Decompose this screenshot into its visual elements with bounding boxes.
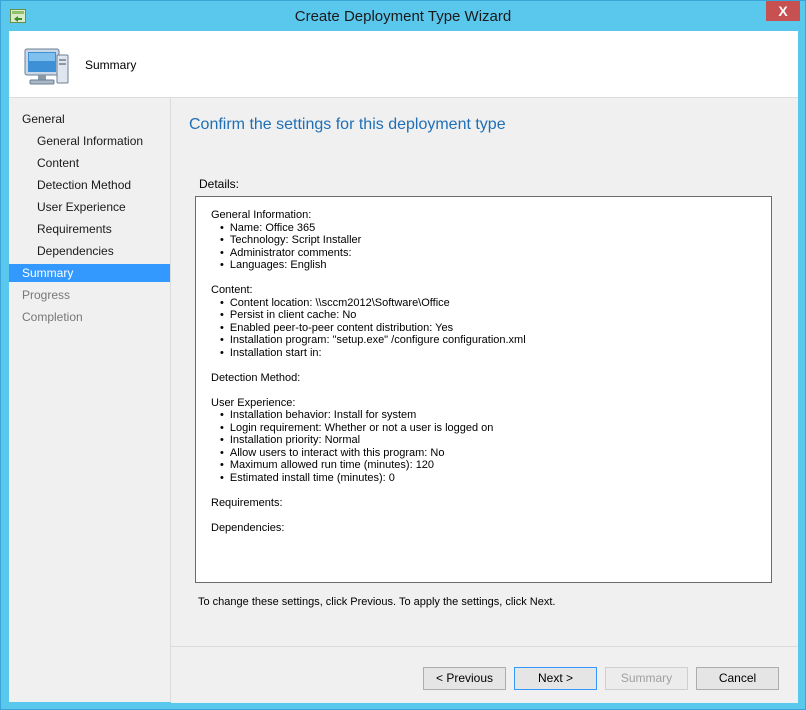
nav-item-label: Progress [22,288,71,302]
detail-line: Languages: English [211,259,526,272]
close-button[interactable]: X [766,1,800,21]
details-content: General Information: Name: Office 365 Te… [211,209,526,534]
nav-item-label: Dependencies [37,244,114,258]
detail-line: Estimated install time (minutes): 0 [211,472,526,485]
detail-line: Name: Office 365 [211,222,526,235]
header-title: Summary [85,58,137,72]
detection-heading: Detection Method: [211,371,301,384]
nav-item-label: Content [37,156,80,170]
nav-item-dependencies[interactable]: Dependencies [9,242,170,260]
title-bar[interactable]: Create Deployment Type Wizard X [1,1,805,31]
nav-item-label: Detection Method [37,178,132,192]
summary-button: Summary [605,667,688,690]
detail-line: Enabled peer-to-peer content distributio… [211,322,526,335]
instruction-text: To change these settings, click Previous… [198,596,556,608]
detail-line: Installation program: "setup.exe" /confi… [211,334,526,347]
detail-line: Installation priority: Normal [211,434,526,447]
detail-line: Maximum allowed run time (minutes): 120 [211,459,526,472]
nav-item-general-information[interactable]: General Information [9,132,170,150]
nav-item-content[interactable]: Content [9,154,170,172]
nav-item-label: Summary [22,266,74,280]
next-button[interactable]: Next > [514,667,597,690]
details-label: Details: [199,177,240,191]
nav-item-requirements[interactable]: Requirements [9,220,170,238]
nav-item-completion: Completion [9,308,170,326]
nav-item-label: General Information [37,134,144,148]
wizard-client-area: Summary General General Information Cont… [9,31,798,703]
wizard-window: Create Deployment Type Wizard X Summary … [0,0,806,710]
wizard-navigation: General General Information Content Dete… [9,98,171,702]
cancel-button[interactable]: Cancel [696,667,779,690]
previous-button[interactable]: < Previous [423,667,506,690]
user-experience-heading: User Experience: [211,396,296,409]
detail-line: Administrator comments: [211,247,526,260]
detail-line: Persist in client cache: No [211,309,526,322]
details-textbox[interactable]: General Information: Name: Office 365 Te… [195,196,772,583]
general-heading: General Information: [211,209,312,221]
nav-item-detection-method[interactable]: Detection Method [9,176,170,194]
nav-item-label: Requirements [37,222,112,236]
detail-line: Allow users to interact with this progra… [211,447,526,460]
page-title: Confirm the settings for this deployment… [189,116,506,133]
nav-item-label: General [22,112,65,126]
wizard-page: Confirm the settings for this deployment… [171,98,798,646]
requirements-heading: Requirements: [211,496,283,509]
wizard-header: Summary [9,31,798,98]
detail-line: Content location: \\sccm2012\Software\Of… [211,297,526,310]
nav-item-summary[interactable]: Summary [9,264,170,282]
dependencies-heading: Dependencies: [211,521,285,534]
nav-item-general[interactable]: General [9,110,170,128]
content-heading: Content: [211,284,253,296]
computer-icon [24,48,69,85]
window-title: Create Deployment Type Wizard [294,8,512,25]
button-bar: < Previous Next > Summary Cancel [171,646,798,703]
detail-line: Login requirement: Whether or not a user… [211,422,526,435]
nav-item-user-experience[interactable]: User Experience [9,198,170,216]
nav-item-label: Completion [22,310,83,324]
detail-line: Technology: Script Installer [211,234,526,247]
nav-item-label: User Experience [37,200,126,214]
detail-line: Installation start in: [211,347,526,360]
detail-line: Installation behavior: Install for syste… [211,409,526,422]
nav-item-progress: Progress [9,286,170,304]
